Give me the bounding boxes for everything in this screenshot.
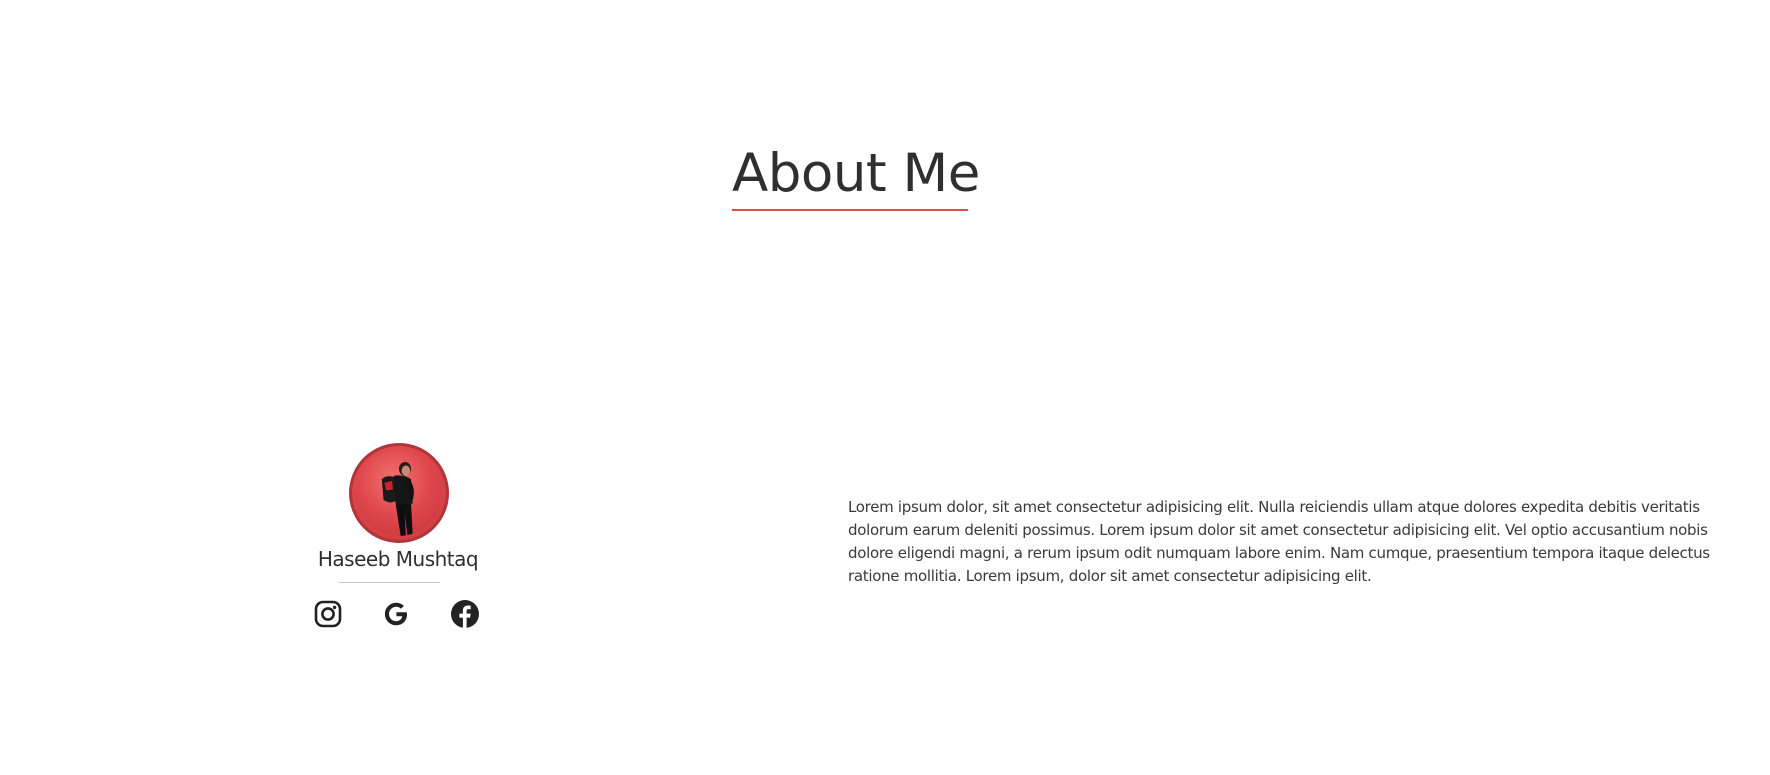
person-photo-icon (381, 462, 414, 536)
social-links (313, 599, 497, 633)
about-page: About Me Haseeb Mushtaq Lorem ipsum dolo… (0, 0, 1770, 775)
profile-card: Haseeb Mushtaq (300, 443, 494, 643)
facebook-link[interactable] (450, 599, 480, 629)
name-divider (339, 582, 440, 583)
avatar (349, 443, 449, 543)
instagram-icon (314, 600, 342, 628)
google-link[interactable] (381, 599, 411, 629)
title-underline (732, 209, 968, 211)
google-icon (384, 602, 407, 626)
profile-name: Haseeb Mushtaq (317, 547, 479, 571)
instagram-link[interactable] (313, 599, 343, 629)
facebook-icon (451, 600, 479, 628)
about-paragraph: Lorem ipsum dolor, sit amet consectetur … (848, 498, 1710, 585)
section-title: About Me (732, 143, 980, 204)
avatar-photo (356, 450, 442, 536)
